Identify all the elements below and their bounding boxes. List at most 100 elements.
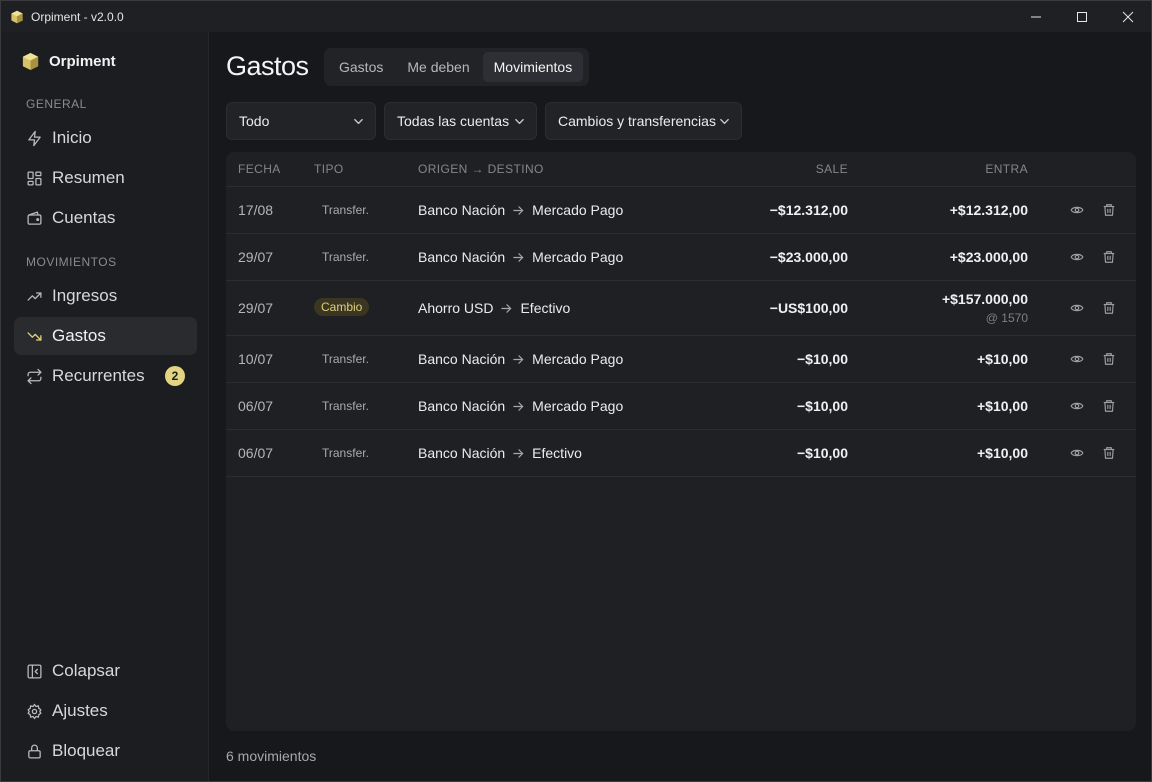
sidebar-item-resumen[interactable]: Resumen [14, 159, 197, 197]
table-row[interactable]: 17/08 Transfer. Banco Nación Mercado Pag… [226, 187, 1136, 234]
row-origin: Ahorro USD [418, 300, 494, 316]
repeat-icon [26, 368, 43, 385]
table-row[interactable]: 10/07 Transfer. Banco Nación Mercado Pag… [226, 336, 1136, 383]
delete-trash-icon[interactable] [1102, 446, 1116, 460]
delete-trash-icon[interactable] [1102, 250, 1116, 264]
table-row[interactable]: 06/07 Transfer. Banco Nación Efectivo −$… [226, 430, 1136, 477]
row-date: 29/07 [238, 300, 274, 316]
view-eye-icon[interactable] [1070, 399, 1084, 413]
maximize-button[interactable] [1059, 1, 1105, 32]
range-filter-select[interactable]: Todo [226, 102, 376, 140]
sidebar-item-label: Resumen [52, 168, 125, 187]
row-destination: Mercado Pago [532, 249, 624, 265]
sidebar-item-ajustes[interactable]: Ajustes [14, 692, 197, 730]
view-eye-icon[interactable] [1070, 446, 1084, 460]
column-header-route[interactable]: ORIGEN → DESTINO [418, 162, 544, 176]
row-outflow: −$10,00 [797, 351, 848, 367]
row-destination: Mercado Pago [532, 398, 624, 414]
section-label-general: GENERAL [26, 97, 87, 111]
close-icon [1122, 11, 1134, 22]
view-eye-icon[interactable] [1070, 250, 1084, 264]
view-eye-icon[interactable] [1070, 203, 1084, 217]
tab-me-deben[interactable]: Me deben [396, 52, 480, 82]
accounts-filter-select[interactable]: Todas las cuentas [384, 102, 537, 140]
row-date: 10/07 [238, 351, 274, 367]
minimize-icon [1031, 16, 1041, 17]
column-header-entra[interactable]: ENTRA [985, 162, 1028, 176]
window-title: Orpiment - v2.0.0 [31, 9, 124, 24]
table-row[interactable]: 06/07 Transfer. Banco Nación Mercado Pag… [226, 383, 1136, 430]
sidebar-item-label: Bloquear [52, 741, 121, 760]
delete-trash-icon[interactable] [1102, 203, 1116, 217]
delete-trash-icon[interactable] [1102, 399, 1116, 413]
zap-icon [26, 130, 43, 147]
arrow-right-icon [501, 303, 512, 313]
table-row[interactable]: 29/07 Cambio Ahorro USD Efectivo −US$100… [226, 281, 1136, 336]
table-row[interactable]: 29/07 Transfer. Banco Nación Mercado Pag… [226, 234, 1136, 281]
main-content: Gastos Gastos Me deben Movimientos Todo … [210, 32, 1151, 781]
sidebar-item-label: Ingresos [52, 286, 118, 305]
brand[interactable]: Orpiment [21, 52, 116, 71]
arrow-right-icon [513, 448, 524, 458]
sidebar-item-label: Recurrentes [52, 366, 145, 385]
row-inflow: +$10,00 [977, 445, 1028, 461]
table-header: FECHA TIPO ORIGEN → DESTINO SALE ENTRA [226, 152, 1136, 187]
row-date: 17/08 [238, 202, 274, 218]
delete-trash-icon[interactable] [1102, 301, 1116, 315]
column-header-fecha[interactable]: FECHA [238, 162, 281, 176]
view-eye-icon[interactable] [1070, 352, 1084, 366]
sidebar-item-inicio[interactable]: Inicio [14, 119, 197, 157]
row-type: Transfer. [322, 399, 369, 413]
trending-up-icon [26, 288, 43, 305]
kind-filter-select[interactable]: Cambios y transferencias [545, 102, 742, 140]
dashboard-icon [26, 170, 43, 187]
row-outflow: −$23.000,00 [769, 249, 848, 265]
row-inflow: +$10,00 [977, 398, 1028, 414]
movements-count: 6 movimientos [226, 748, 317, 764]
chevron-down-icon [720, 118, 729, 125]
title-bar: Orpiment - v2.0.0 [1, 1, 1151, 32]
sidebar-item-cuentas[interactable]: Cuentas [14, 199, 197, 237]
row-inflow: +$10,00 [977, 351, 1028, 367]
row-route: Banco Nación Mercado Pago [418, 202, 623, 218]
wallet-icon [26, 210, 43, 227]
close-button[interactable] [1105, 1, 1151, 32]
brand-logo-icon [22, 52, 39, 71]
column-header-sale[interactable]: SALE [816, 162, 848, 176]
row-destination: Mercado Pago [532, 202, 624, 218]
row-type: Transfer. [322, 250, 369, 264]
row-date: 06/07 [238, 445, 274, 461]
sidebar-item-label: Inicio [52, 128, 92, 147]
row-origin: Banco Nación [418, 202, 506, 218]
row-origin: Banco Nación [418, 351, 506, 367]
column-header-tipo[interactable]: TIPO [314, 162, 344, 176]
minimize-button[interactable] [1013, 1, 1059, 32]
sidebar-item-recurrentes[interactable]: Recurrentes 2 [14, 357, 197, 395]
tab-gastos[interactable]: Gastos [328, 52, 394, 82]
row-outflow: −$10,00 [797, 398, 848, 414]
section-label-movimientos: MOVIMIENTOS [26, 255, 117, 269]
row-route: Banco Nación Mercado Pago [418, 398, 623, 414]
kind-filter-value: Cambios y transferencias [558, 113, 716, 129]
tab-movimientos[interactable]: Movimientos [482, 52, 584, 82]
chevron-down-icon [354, 118, 363, 125]
row-inflow: +$157.000,00 [941, 291, 1028, 307]
arrow-right-icon [513, 354, 524, 364]
delete-trash-icon[interactable] [1102, 352, 1116, 366]
sidebar-item-gastos[interactable]: Gastos [14, 317, 197, 355]
sidebar-item-bloquear[interactable]: Bloquear [14, 732, 197, 770]
chevron-down-icon [515, 118, 524, 125]
page-title: Gastos [226, 51, 309, 81]
sidebar-item-ingresos[interactable]: Ingresos [14, 277, 197, 315]
row-exchange-rate: @ 1570 [985, 311, 1028, 325]
row-type: Transfer. [322, 352, 369, 366]
row-origin: Banco Nación [418, 249, 506, 265]
row-inflow: +$12.312,00 [949, 202, 1028, 218]
lock-icon [26, 743, 43, 760]
view-eye-icon[interactable] [1070, 301, 1084, 315]
sidebar-item-colapsar[interactable]: Colapsar [14, 652, 197, 690]
row-origin: Banco Nación [418, 445, 506, 461]
row-type: Transfer. [322, 446, 369, 460]
row-type: Transfer. [322, 203, 369, 217]
sidebar-item-label: Ajustes [52, 701, 108, 720]
